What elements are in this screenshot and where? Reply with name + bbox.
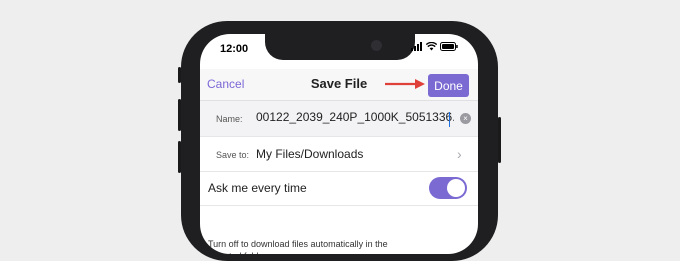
status-time: 12:00: [220, 43, 249, 55]
side-button: [178, 67, 181, 83]
annotation-arrow-icon: [385, 79, 425, 89]
name-row[interactable]: Name: 00122_2039_240P_1000K_5051336.mp4 …: [200, 101, 478, 137]
clear-icon[interactable]: ×: [460, 113, 471, 124]
toggle-knob: [447, 179, 465, 197]
save-to-value: My Files/Downloads: [256, 147, 364, 161]
save-to-row[interactable]: Save to: My Files/Downloads ›: [200, 137, 478, 172]
name-field[interactable]: 00122_2039_240P_1000K_5051336.mp4: [256, 110, 454, 128]
ask-label: Ask me every time: [208, 181, 307, 195]
navigation-bar: Cancel Save File Done: [200, 69, 478, 101]
status-icons: [411, 42, 458, 51]
wifi-icon: [426, 42, 437, 51]
ask-toggle[interactable]: [429, 177, 467, 199]
side-button: [178, 141, 181, 173]
save-to-label: Save to:: [216, 150, 250, 160]
side-button: [498, 117, 501, 163]
phone-screen: 12:00 Cancel Save File Done Name: 00122_…: [200, 34, 478, 254]
signal-icon: [411, 42, 422, 51]
name-value: 00122_2039_240P_1000K_5051336.mp4: [256, 110, 454, 124]
notch: [265, 34, 415, 60]
ask-every-time-row: Ask me every time: [200, 172, 478, 206]
footer-note: Turn off to download files automatically…: [208, 239, 388, 254]
side-button: [178, 99, 181, 131]
chevron-right-icon: ›: [457, 146, 462, 162]
done-button[interactable]: Done: [428, 74, 469, 97]
battery-icon: [440, 42, 458, 51]
text-cursor: [449, 112, 450, 127]
camera-icon: [371, 40, 382, 51]
name-label: Name:: [216, 114, 243, 124]
